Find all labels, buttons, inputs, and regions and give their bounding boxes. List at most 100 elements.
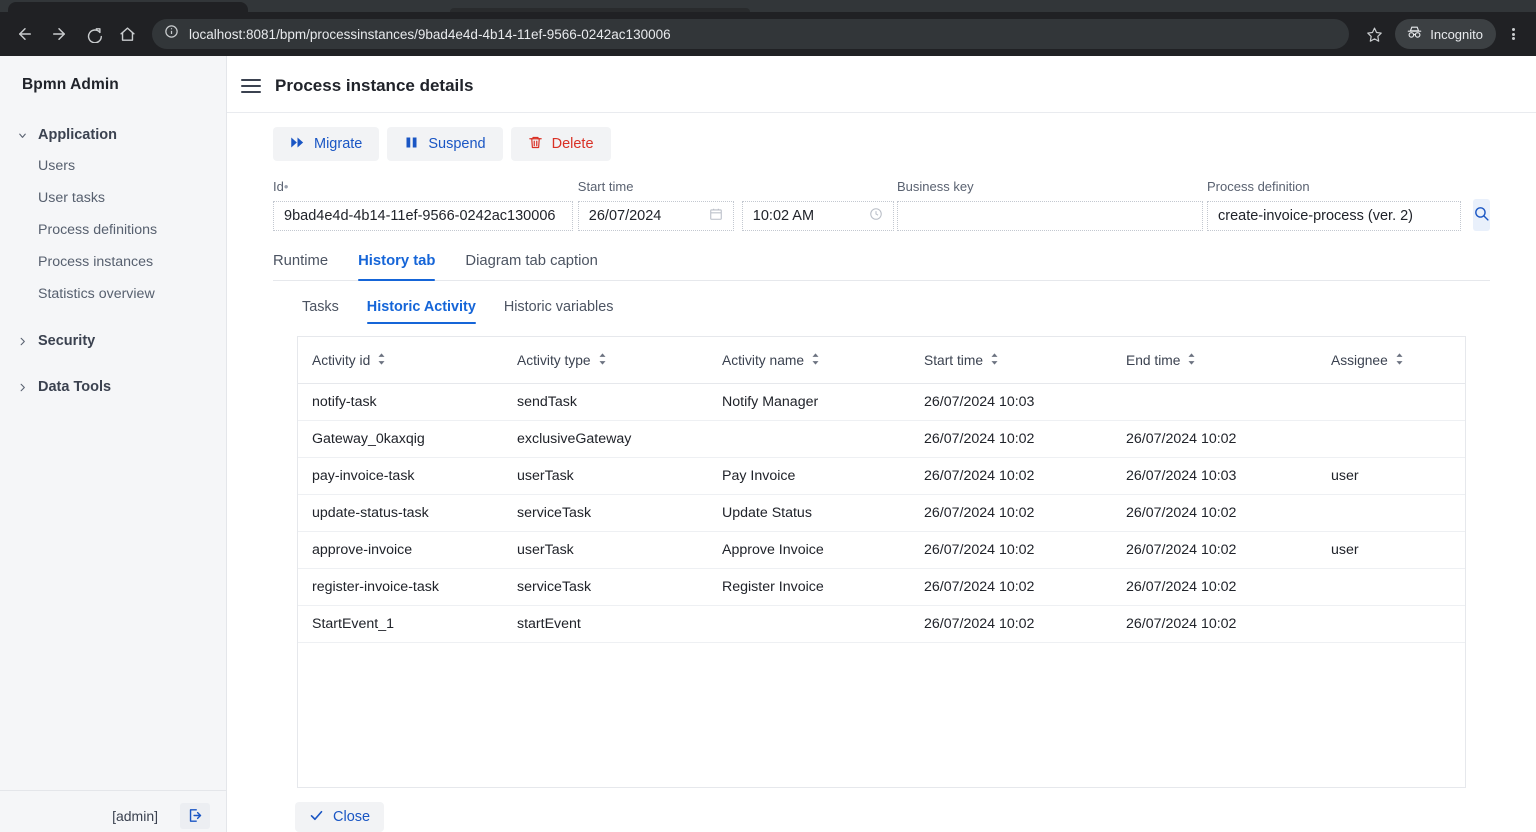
column-label: End time [1126, 353, 1181, 368]
subtab-tasks[interactable]: Tasks [302, 299, 339, 324]
table-cell: userTask [503, 531, 708, 569]
sort-updown-icon[interactable] [377, 353, 386, 368]
required-marker: • [283, 179, 289, 194]
sort-updown-icon[interactable] [598, 353, 607, 368]
id-input-value: 9bad4e4d-4b14-11ef-9566-0242ac130006 [284, 208, 556, 224]
sidebar-item-users[interactable]: Users [0, 150, 226, 182]
filter-fields: Id• 9bad4e4d-4b14-11ef-9566-0242ac130006… [273, 161, 1490, 231]
logout-icon[interactable] [180, 802, 210, 829]
column-header-activity-id[interactable]: Activity id [298, 337, 503, 384]
suspend-label: Suspend [428, 136, 486, 152]
process-definition-input[interactable]: create-invoice-process (ver. 2) [1207, 201, 1461, 231]
field-business-key: Business key [897, 179, 1203, 231]
column-header-activity-name[interactable]: Activity name [708, 337, 910, 384]
table-cell [1317, 383, 1465, 421]
chevron-right-icon [16, 382, 28, 393]
primary-tabs: Runtime History tab Diagram tab caption [273, 231, 1490, 281]
id-input[interactable]: 9bad4e4d-4b14-11ef-9566-0242ac130006 [273, 201, 573, 231]
chevron-right-icon [16, 336, 28, 347]
home-icon[interactable] [112, 19, 142, 49]
browser-tab-inactive[interactable] [450, 8, 750, 12]
sidebar-group-label: Data Tools [38, 379, 112, 395]
table-header-row: Activity id Activity type Activity name … [298, 337, 1465, 384]
delete-label: Delete [551, 136, 594, 152]
sidebar-item-process-instances[interactable]: Process instances [0, 246, 226, 278]
table-cell [708, 605, 910, 643]
column-label: Assignee [1331, 353, 1388, 368]
migrate-label: Migrate [314, 136, 363, 152]
table-cell: 26/07/2024 10:03 [910, 383, 1112, 421]
sort-updown-icon[interactable] [990, 353, 999, 368]
kebab-menu-icon[interactable] [1500, 19, 1526, 49]
action-toolbar: Migrate Suspend Delete [273, 113, 1490, 161]
table-row[interactable]: register-invoice-task serviceTask Register… [298, 568, 1465, 606]
table-cell: Notify Manager [708, 383, 910, 421]
field-id: Id• 9bad4e4d-4b14-11ef-9566-0242ac130006 [273, 179, 573, 231]
back-arrow-icon[interactable] [10, 19, 40, 49]
table-cell: Approve Invoice [708, 531, 910, 569]
field-id-label: Id• [273, 179, 289, 194]
table-cell: user [1317, 457, 1465, 495]
chevron-down-icon [16, 130, 28, 141]
content-area: Migrate Suspend Delete Id• 9bad4e4d-4b14… [227, 113, 1536, 832]
fast-forward-icon [290, 135, 305, 154]
table-cell: 26/07/2024 10:02 [910, 494, 1112, 532]
start-date-value: 26/07/2024 [588, 208, 662, 224]
sidebar-group-application[interactable]: Application [0, 120, 226, 150]
pause-icon [404, 135, 419, 154]
start-time-input[interactable]: 10:02 AM [741, 201, 894, 231]
tab-runtime[interactable]: Runtime [273, 253, 328, 280]
column-header-activity-type[interactable]: Activity type [503, 337, 708, 384]
sort-updown-icon[interactable] [1187, 353, 1196, 368]
column-header-end-time[interactable]: End time [1112, 337, 1317, 384]
table-row[interactable]: StartEvent_1 startEvent 26/07/2024 10:02 26… [298, 605, 1465, 643]
delete-button[interactable]: Delete [510, 127, 611, 161]
table-row[interactable]: notify-task sendTask Notify Manager 26/07/2… [298, 383, 1465, 421]
subtab-historic-variables[interactable]: Historic variables [504, 299, 614, 324]
hamburger-menu-icon[interactable] [241, 79, 261, 93]
column-header-assignee[interactable]: Assignee [1317, 337, 1465, 384]
sidebar-group-data-tools[interactable]: Data Tools [0, 372, 226, 402]
page-info-icon[interactable] [164, 24, 179, 44]
suspend-button[interactable]: Suspend [387, 127, 503, 161]
close-button[interactable]: Close [295, 802, 385, 832]
table-cell: 26/07/2024 10:02 [910, 457, 1112, 495]
table-cell: 26/07/2024 10:02 [910, 531, 1112, 569]
migrate-button[interactable]: Migrate [273, 127, 380, 161]
table-cell: userTask [503, 457, 708, 495]
column-header-start-time[interactable]: Start time [910, 337, 1112, 384]
footer-actions: Close [273, 788, 1490, 832]
forward-arrow-icon[interactable] [44, 19, 74, 49]
browser-tab-active[interactable] [8, 2, 248, 12]
main-area: Process instance details Migrate Suspend [227, 56, 1536, 832]
business-key-input[interactable] [897, 201, 1203, 231]
search-button[interactable] [1473, 199, 1490, 231]
table-row[interactable]: Gateway_0kaxqig exclusiveGateway 26/07/202… [298, 420, 1465, 458]
field-process-definition: Process definition create-invoice-proces… [1207, 179, 1461, 231]
table-cell: startEvent [503, 605, 708, 643]
subtab-historic-activity[interactable]: Historic Activity [366, 299, 476, 324]
clock-icon[interactable] [863, 207, 883, 225]
reload-icon[interactable] [78, 19, 108, 49]
table-cell: serviceTask [503, 568, 708, 606]
table-cell: 26/07/2024 10:02 [910, 605, 1112, 643]
trash-icon [528, 135, 543, 154]
address-bar[interactable]: localhost:8081/bpm/processinstances/9bad… [152, 19, 1350, 49]
sidebar-item-user-tasks[interactable]: User tasks [0, 182, 226, 214]
sort-updown-icon[interactable] [811, 353, 820, 368]
table-cell [1317, 494, 1465, 532]
sidebar-item-statistics-overview[interactable]: Statistics overview [0, 278, 226, 310]
table-row[interactable]: pay-invoice-task userTask Pay Invoice 26/07… [298, 457, 1465, 495]
star-icon[interactable] [1359, 19, 1389, 49]
sidebar-item-process-definitions[interactable]: Process definitions [0, 214, 226, 246]
sidebar-group-security[interactable]: Security [0, 326, 226, 356]
tab-diagram[interactable]: Diagram tab caption [465, 253, 597, 280]
sort-updown-icon[interactable] [1395, 353, 1404, 368]
table-row[interactable]: update-status-task serviceTask Update Stat… [298, 494, 1465, 532]
check-icon [309, 808, 324, 827]
tab-history[interactable]: History tab [358, 253, 436, 281]
incognito-indicator[interactable]: Incognito [1395, 19, 1496, 49]
table-row[interactable]: approve-invoice userTask Approve Invoice 26… [298, 531, 1465, 569]
calendar-icon[interactable] [703, 207, 723, 225]
start-date-input[interactable]: 26/07/2024 [577, 201, 734, 231]
